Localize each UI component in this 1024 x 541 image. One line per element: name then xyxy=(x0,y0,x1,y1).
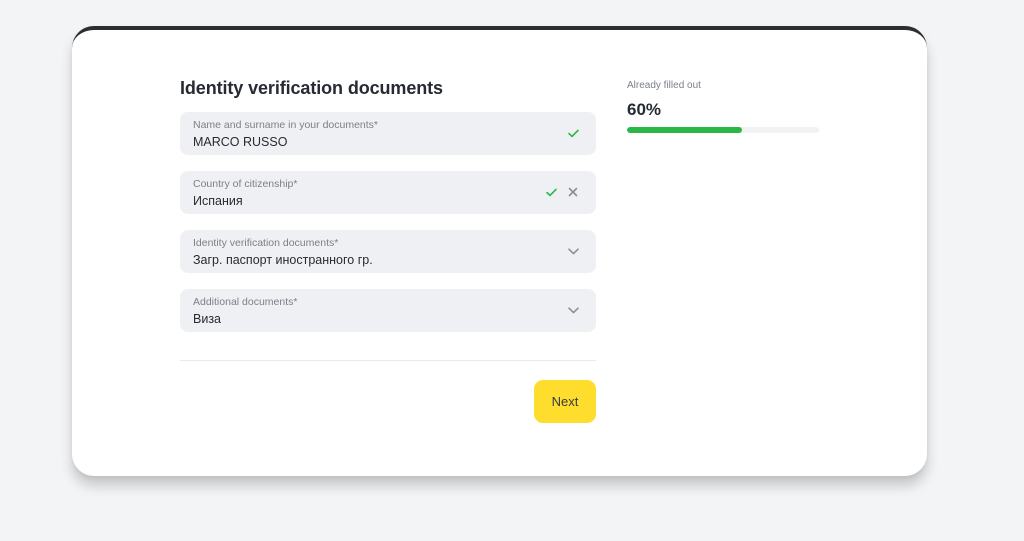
clear-icon[interactable] xyxy=(566,185,580,199)
additional-documents-select[interactable]: Additional documents* Виза xyxy=(180,289,596,332)
page-title: Identity verification documents xyxy=(180,78,443,98)
chevron-down-icon[interactable] xyxy=(566,303,580,317)
field-label: Name and surname in your documents* xyxy=(193,119,379,131)
progress-value: 60% xyxy=(627,100,662,119)
field-value: Загр. паспорт иностранного гр. xyxy=(193,253,373,267)
progress-bar-fill xyxy=(627,127,743,133)
identity-documents-select[interactable]: Identity verification documents* Загр. п… xyxy=(180,230,596,273)
check-icon xyxy=(566,126,580,140)
name-surname-field[interactable]: Name and surname in your documents* MARC… xyxy=(180,112,596,155)
form-card: Identity verification documents Name and… xyxy=(72,26,927,476)
progress-label: Already filled out xyxy=(627,80,701,91)
field-value: Виза xyxy=(193,312,222,326)
progress-bar xyxy=(627,127,819,133)
field-value: Испания xyxy=(193,194,243,208)
divider xyxy=(180,360,596,361)
field-label: Country of citizenship* xyxy=(193,178,298,190)
chevron-down-icon[interactable] xyxy=(566,244,580,258)
check-icon xyxy=(544,185,558,199)
field-label: Identity verification documents* xyxy=(193,237,339,249)
next-button[interactable]: Next xyxy=(534,380,596,423)
field-label: Additional documents* xyxy=(193,296,298,308)
field-value: MARCO RUSSO xyxy=(193,135,288,149)
citizenship-field[interactable]: Country of citizenship* Испания xyxy=(180,171,596,214)
